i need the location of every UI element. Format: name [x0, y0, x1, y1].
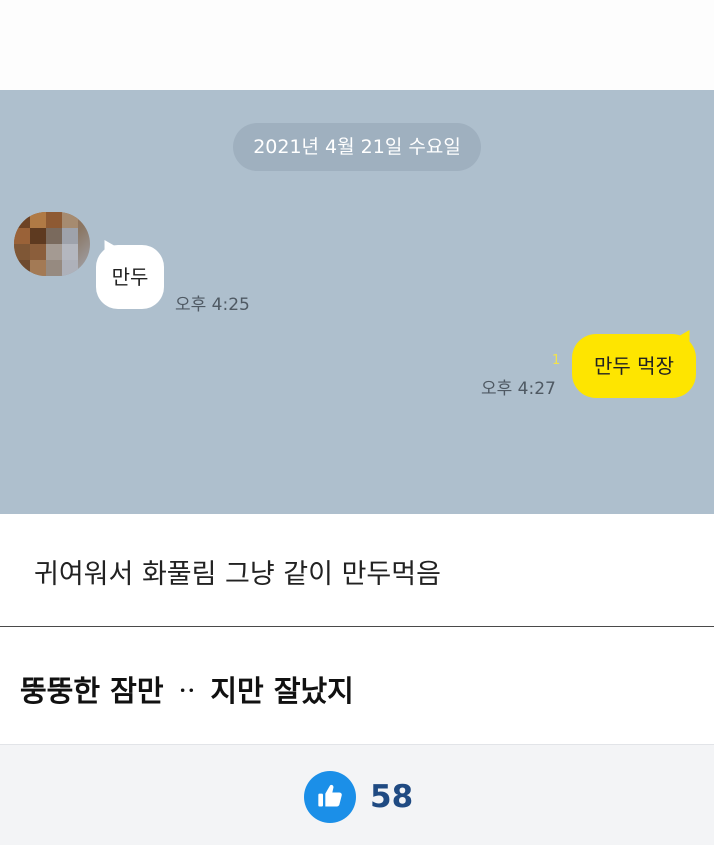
like-bar: 58 [0, 744, 714, 845]
incoming-message-bubble: 만두 [96, 245, 164, 309]
comment-text: 뚱뚱한 잠만 ᆢ 지만 잘났지 [20, 674, 354, 708]
post-caption: 귀여워서 화풀림 그냥 같이 만두먹음 [34, 559, 441, 590]
avatar [14, 212, 90, 276]
chat-screenshot: 2021년 4월 21일 수요일 만두 오후 4:25 1 오후 4:27 만두… [0, 90, 714, 514]
top-blank-area [0, 0, 714, 90]
like-count: 58 [370, 779, 414, 815]
unread-count: 1 [552, 353, 561, 368]
post-body: 귀여워서 화풀림 그냥 같이 만두먹음 [0, 514, 714, 627]
like-button[interactable] [304, 771, 356, 823]
outgoing-message-bubble: 만두 먹장 [572, 334, 696, 398]
date-divider: 2021년 4월 21일 수요일 [233, 123, 481, 171]
incoming-message-time: 오후 4:25 [175, 295, 250, 315]
outgoing-message-time: 오후 4:27 [481, 379, 556, 399]
thumbs-up-icon [318, 784, 342, 807]
